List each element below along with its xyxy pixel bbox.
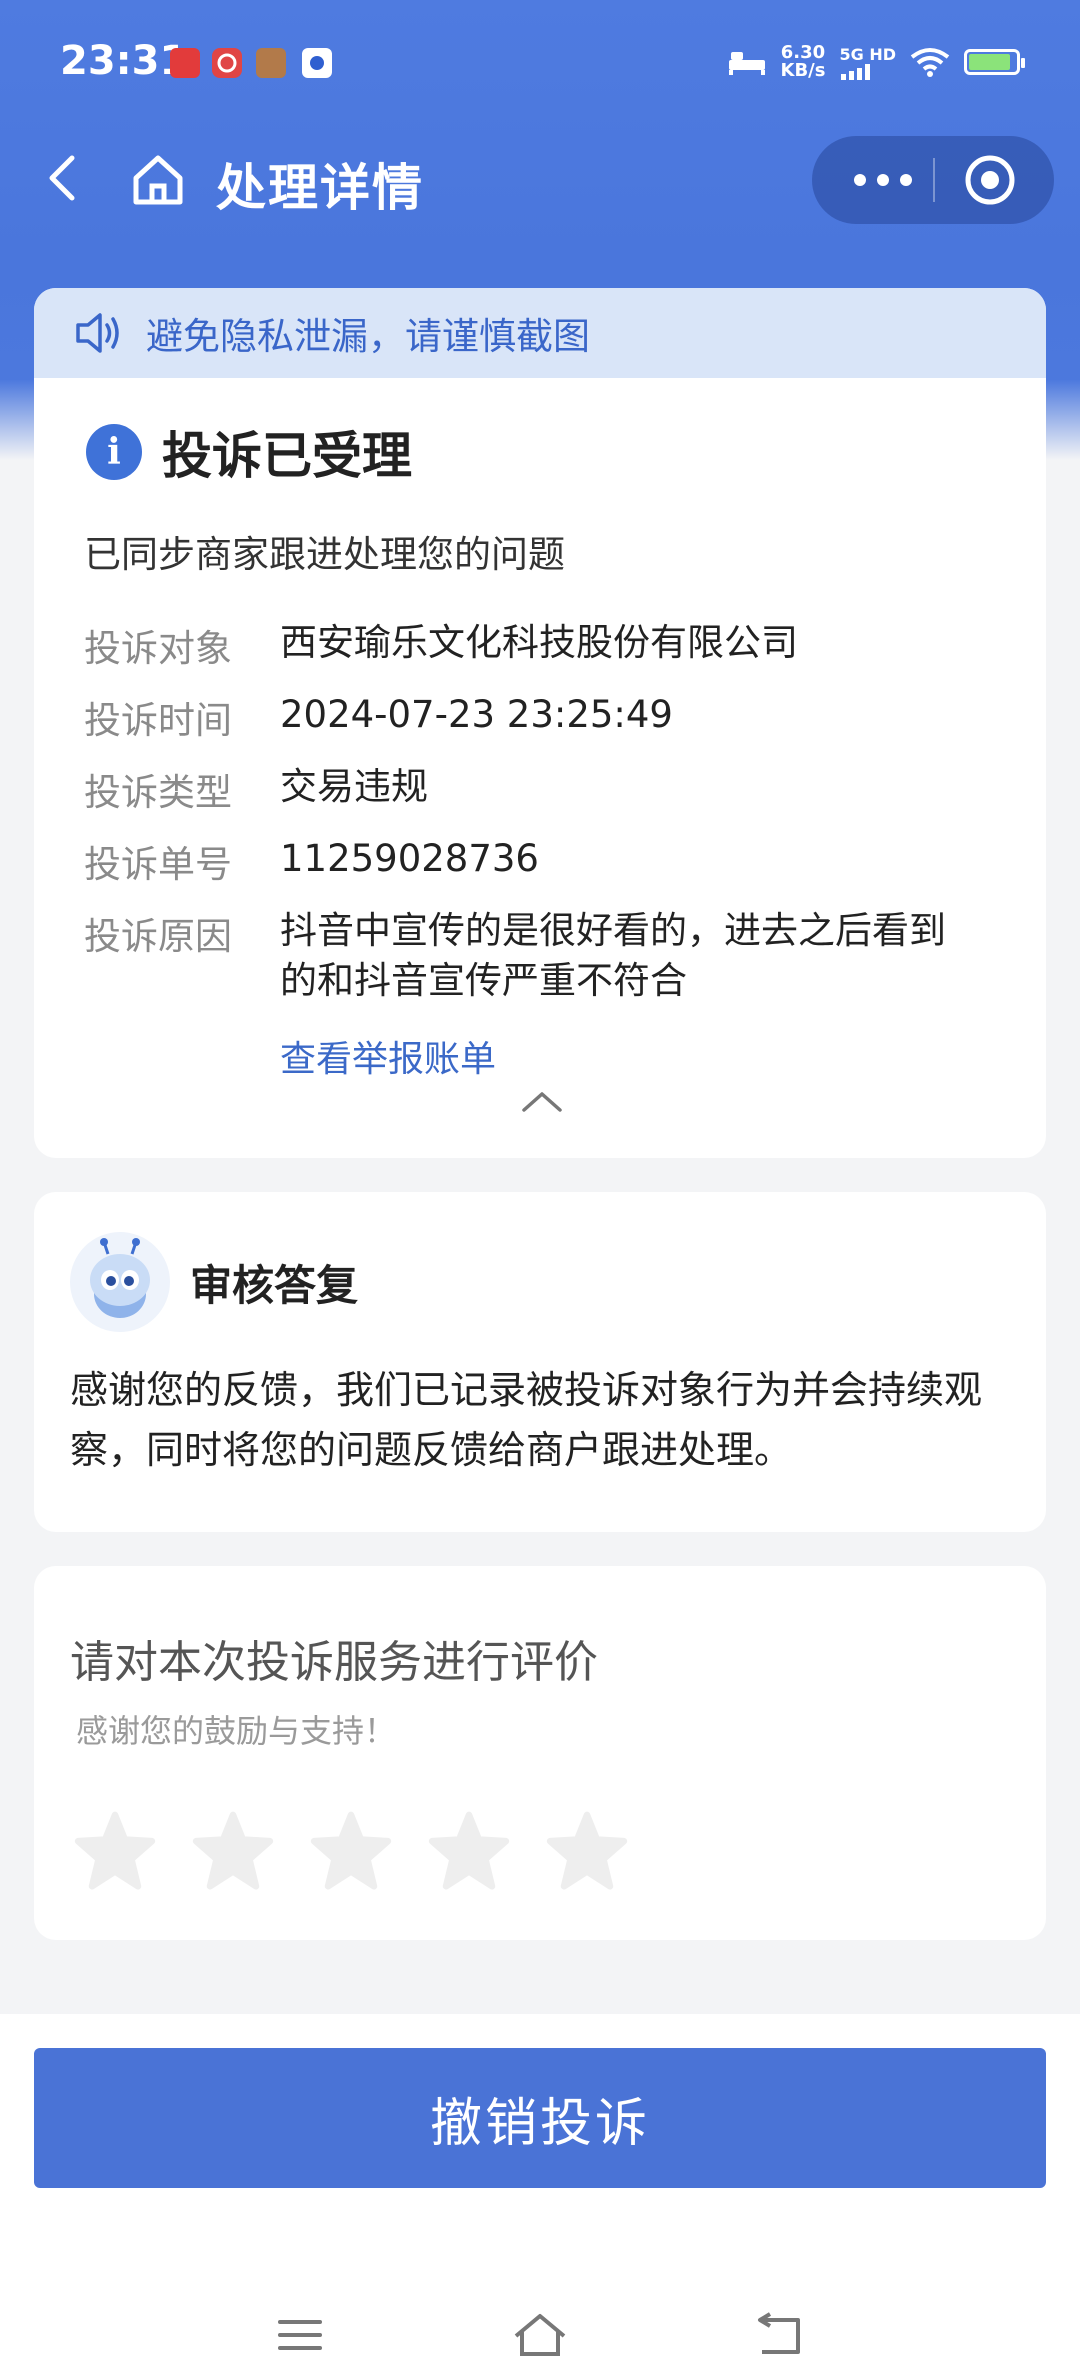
star-icon[interactable] [310,1810,392,1892]
bottom-action-bar: 撤销投诉 [0,2014,1080,2370]
privacy-notice-text: 避免隐私泄漏，请谨慎截图 [146,315,590,358]
signal-bars-icon [841,63,871,80]
chevron-up-icon[interactable] [520,1088,564,1114]
battery-level [969,54,1010,70]
system-back-icon[interactable] [748,2310,808,2360]
battery-icon [964,49,1025,75]
field-value: 西安瑜乐文化科技股份有限公司 [280,621,798,664]
miniapp-capsule [812,136,1054,224]
home-icon[interactable] [126,148,190,212]
status-header: i 投诉已受理 [86,416,412,488]
sleep-bed-icon [728,52,765,75]
field-label: 投诉时间 [84,699,232,742]
field-label: 投诉原因 [84,915,232,958]
xiaohongshu-icon [170,48,200,78]
rating-card: 请对本次投诉服务进行评价 感谢您的鼓励与支持！ [34,1566,1046,1940]
page-title: 处理详情 [216,159,424,217]
nav-bar: 处理详情 [0,130,1080,230]
view-report-bill-link[interactable]: 查看举报账单 [280,1030,496,1082]
field-label: 投诉类型 [84,771,232,814]
complaint-card: 避免隐私泄漏，请谨慎截图 i 投诉已受理 已同步商家跟进处理您的问题 投诉对象 … [34,288,1046,1158]
review-reply-title: 审核答复 [190,1261,359,1310]
game-avatar-icon [256,48,286,78]
status-title: 投诉已受理 [162,427,412,485]
status-message: 已同步商家跟进处理您的问题 [84,533,565,576]
field-label: 投诉单号 [84,843,232,886]
close-target-icon[interactable] [962,152,1018,208]
capsule-divider [933,158,935,202]
review-reply-card: 审核答复 感谢您的反馈，我们已记录被投诉对象行为并会持续观察，同时将您的问题反馈… [34,1192,1046,1532]
privacy-notice: 避免隐私泄漏，请谨慎截图 [34,288,1046,378]
more-dots-icon[interactable] [848,166,918,194]
system-home-icon[interactable] [510,2310,570,2360]
menu-icon[interactable] [270,2310,330,2360]
field-value: 抖音中宣传的是很好看的，进去之后看到的和抖音宣传严重不符合 [280,909,946,1002]
status-bar: 23:31 6.30 KB/s 5G HD [0,0,1080,130]
back-arrow-icon[interactable] [36,150,92,206]
rating-subtitle: 感谢您的鼓励与支持！ [76,1712,397,1750]
field-value: 交易违规 [280,765,428,808]
revoke-complaint-button[interactable]: 撤销投诉 [34,2048,1046,2188]
baidu-icon [302,48,332,78]
cellular-signal: 5G HD [839,45,896,80]
wifi-icon [910,48,950,77]
info-icon: i [86,424,142,480]
net-speed: 6.30 KB/s [780,42,826,81]
star-icon[interactable] [192,1810,274,1892]
field-label: 投诉对象 [84,627,232,670]
netease-music-icon [212,48,242,78]
star-icon[interactable] [428,1810,510,1892]
field-value: 2024-07-23 23:25:49 [280,693,673,736]
star-icon[interactable] [74,1810,156,1892]
star-icon[interactable] [546,1810,628,1892]
speaker-icon [76,313,119,353]
star-rating[interactable] [74,1810,628,1892]
review-reply-body: 感谢您的反馈，我们已记录被投诉对象行为并会持续观察，同时将您的问题反馈给商户跟进… [70,1368,983,1472]
status-time: 23:31 [60,38,188,84]
robot-avatar [70,1232,170,1332]
field-value: 11259028736 [280,837,539,880]
rating-title: 请对本次投诉服务进行评价 [70,1637,598,1688]
